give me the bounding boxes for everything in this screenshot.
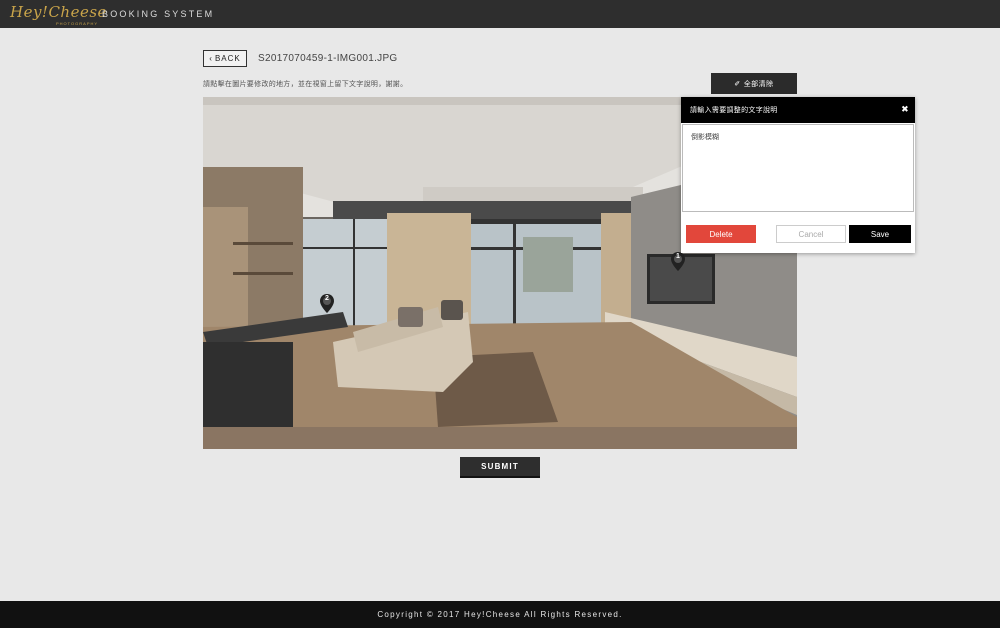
popup-header: 請輸入需要調整的文字說明 ✖ xyxy=(681,97,915,123)
eraser-icon: ✐ xyxy=(734,80,741,88)
instruction-text: 請點擊在圖片要修改的地方，並在視窗上留下文字說明，謝謝。 xyxy=(203,81,408,88)
popup-title: 請輸入需要調整的文字說明 xyxy=(690,107,778,114)
marker-pin-2[interactable]: 2 xyxy=(320,294,334,313)
chevron-left-icon: ‹ xyxy=(209,54,213,63)
close-icon[interactable]: ✖ xyxy=(901,105,909,114)
delete-button[interactable]: Delete xyxy=(686,225,756,243)
back-button[interactable]: ‹ BACK xyxy=(203,50,247,67)
comment-popup: 請輸入需要調整的文字說明 ✖ 倒影模糊 Delete Cancel Save xyxy=(681,97,915,253)
copyright-text: Copyright © 2017 Hey!Cheese All Rights R… xyxy=(377,610,623,619)
brand-logo[interactable]: Hey!Cheese PHOTOGRAPHY xyxy=(10,4,107,26)
comment-textarea[interactable]: 倒影模糊 xyxy=(682,124,914,212)
submit-button[interactable]: SUBMIT xyxy=(460,457,540,478)
file-name: S2017070459-1-IMG001.JPG xyxy=(258,53,398,64)
logo-text: Hey!Cheese xyxy=(10,3,107,21)
clear-all-button[interactable]: ✐ 全部清除 xyxy=(711,73,797,94)
marker-number: 1 xyxy=(676,253,680,260)
save-button[interactable]: Save xyxy=(849,225,911,243)
footer: Copyright © 2017 Hey!Cheese All Rights R… xyxy=(0,601,1000,628)
logo-subtext: PHOTOGRAPHY xyxy=(56,21,99,26)
clear-all-label: 全部清除 xyxy=(743,80,774,88)
top-bar: Hey!Cheese PHOTOGRAPHY BOOKING SYSTEM xyxy=(0,0,1000,28)
marker-pin-1[interactable]: 1 xyxy=(671,252,685,271)
cancel-button[interactable]: Cancel xyxy=(776,225,846,243)
marker-number: 2 xyxy=(325,295,329,302)
back-label: BACK xyxy=(214,54,241,63)
system-title: BOOKING SYSTEM xyxy=(102,9,215,19)
